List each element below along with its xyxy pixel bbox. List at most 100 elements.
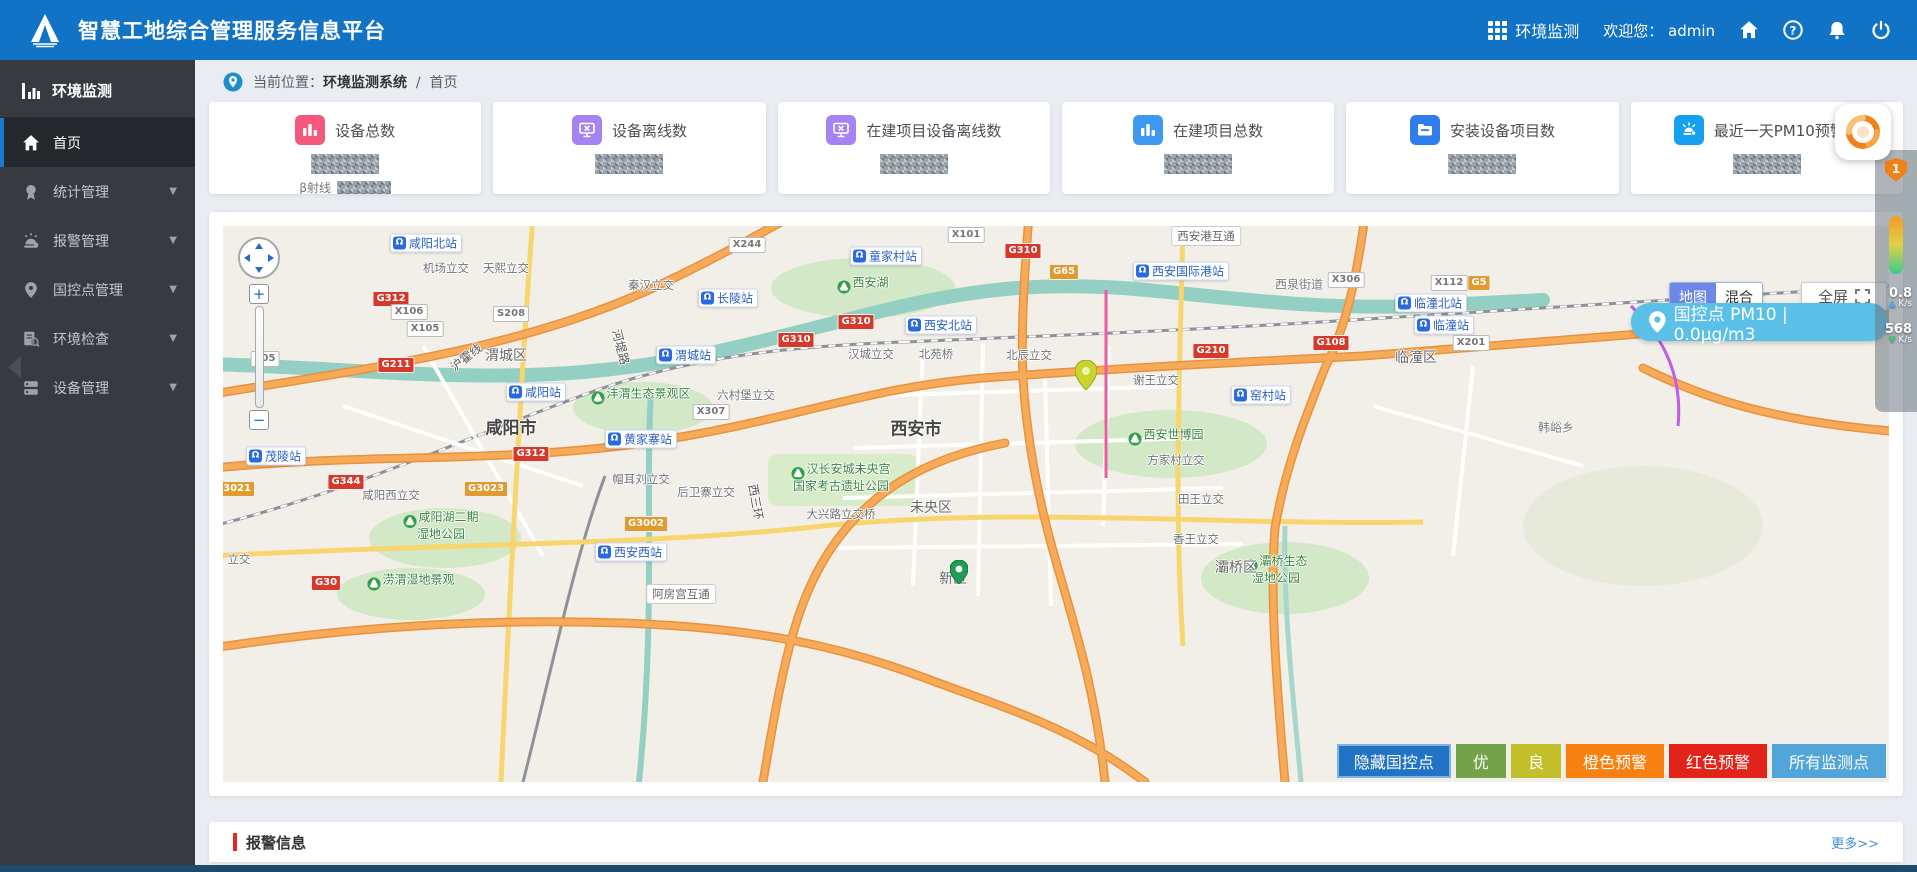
chevron-down-icon: ▼ xyxy=(169,235,177,246)
map-label-district: 灞桥区 xyxy=(1215,560,1257,576)
metro-icon: Ω xyxy=(508,385,522,399)
map-label-station[interactable]: Ω 渭城站 xyxy=(655,345,717,365)
map-label-district: 临潼区 xyxy=(1395,350,1437,366)
map-button-良[interactable]: 良 xyxy=(1510,744,1561,778)
sidebar-item-1[interactable]: 首页 xyxy=(0,118,195,167)
road-badge: G310 xyxy=(1004,243,1042,259)
gradient-meter xyxy=(1889,216,1903,274)
beacon-icon xyxy=(1673,115,1704,145)
bell-icon[interactable] xyxy=(1827,20,1847,40)
sidebar-item-3[interactable]: 报警管理 ▼ xyxy=(0,216,195,265)
map-label-boxed: 阿房宫互通 xyxy=(646,584,716,604)
park-icon: ▲ xyxy=(791,467,805,480)
map-label-city: 西安市 xyxy=(890,419,942,440)
map-label-place: 后卫寨立交 xyxy=(677,485,735,499)
redacted-value xyxy=(595,154,664,174)
stat-card-1: 设备总数 β射线 xyxy=(209,102,482,194)
redacted-value xyxy=(1732,154,1801,174)
map-label-town: 西泉街道 xyxy=(1274,277,1324,292)
location-pin-icon xyxy=(223,72,243,92)
map-button-所有监测点[interactable]: 所有监测点 xyxy=(1771,744,1886,778)
alarm-section: 报警信息 更多>> xyxy=(209,822,1903,862)
road-badge: X244 xyxy=(728,237,766,253)
map-label-station[interactable]: Ω 长陵站 xyxy=(697,288,759,308)
power-icon[interactable] xyxy=(1871,20,1891,40)
map-label-station[interactable]: Ω 窑村站 xyxy=(1230,385,1292,405)
map-zoom-slider[interactable]: + − xyxy=(248,284,270,430)
road-badge: X105 xyxy=(406,321,444,337)
sidebar-collapse-arrow-icon[interactable] xyxy=(8,356,21,378)
map-button-优[interactable]: 优 xyxy=(1455,744,1506,778)
map-label-station[interactable]: Ω 茂陵站 xyxy=(245,446,307,466)
map-label-station[interactable]: Ω 西安国际港站 xyxy=(1132,261,1230,281)
map-label-station[interactable]: Ω 黄家寨站 xyxy=(604,429,678,449)
map-label-station[interactable]: Ω 临潼站 xyxy=(1413,315,1475,335)
stat-card-title: 设备离线数 xyxy=(611,121,687,140)
metro-icon: Ω xyxy=(852,249,866,263)
help-icon[interactable]: ? xyxy=(1783,20,1803,40)
map-label-station[interactable]: Ω 童家村站 xyxy=(849,246,923,266)
monitor-marker-pin[interactable] xyxy=(949,559,969,588)
map-label-place: 北辰立交 xyxy=(1006,348,1052,362)
sidebar-title: 环境监测 xyxy=(0,60,195,118)
road-badge: G344 xyxy=(327,474,365,490)
app-switcher[interactable]: 环境监测 xyxy=(1488,18,1579,42)
sidebar-item-5[interactable]: 环境检查 ▼ xyxy=(0,314,195,363)
main-content: 当前位置：环境监测系统 / 首页 设备总数 β射线 设备离线数 在建项目设备离线数 在建… xyxy=(195,60,1917,872)
road-badge: G30 xyxy=(310,575,342,591)
map-button-橙色预警[interactable]: 橙色预警 xyxy=(1565,744,1664,778)
map-button-红色预警[interactable]: 红色预警 xyxy=(1668,744,1767,778)
sidebar: 环境监测 首页 统计管理 ▼ 报警管理 ▼ 国控点管理 ▼ 环境检查 ▼ 设备管理 ▼ xyxy=(0,60,195,866)
redacted-value xyxy=(1448,154,1517,174)
app-logo-icon xyxy=(31,14,59,48)
map-label-place: 大兴路立交桥 xyxy=(806,507,876,521)
road-badge: G312 xyxy=(512,446,550,462)
road-badge: G3021 xyxy=(223,481,256,497)
map-label-place: 帽耳刘立交 xyxy=(612,472,670,486)
map-label-station[interactable]: Ω 咸阳北站 xyxy=(389,233,463,253)
map-label-district: 未央区 xyxy=(910,500,952,516)
bottom-strip xyxy=(0,865,1917,872)
road-badge: S208 xyxy=(492,306,530,322)
breadcrumb-page[interactable]: 首页 xyxy=(430,75,458,91)
download-speed: 568 ▼ K/s xyxy=(1884,322,1912,345)
chevron-down-icon: ▼ xyxy=(169,284,177,295)
sidebar-item-4[interactable]: 国控点管理 ▼ xyxy=(0,265,195,314)
zoom-track[interactable] xyxy=(254,306,264,408)
map-pan-control[interactable] xyxy=(237,236,281,280)
map[interactable]: Ω 咸阳北站 Ω 童家村站 Ω 西安国际港站 Ω 长陵站 Ω 西安北站 Ω 渭城站 Ω 临潼北站 Ω 临潼站 Ω… xyxy=(223,226,1889,782)
home-icon[interactable] xyxy=(1739,20,1759,40)
sidebar-item-2[interactable]: 统计管理 ▼ xyxy=(0,167,195,216)
map-button-隐藏国控点[interactable]: 隐藏国控点 xyxy=(1336,744,1451,778)
network-speed-widget[interactable]: 1 0.8 ▲ K/s 568 ▼ K/s xyxy=(1875,150,1917,412)
road-badge: G65 xyxy=(1048,264,1080,280)
map-label-station[interactable]: Ω 西安北站 xyxy=(904,315,978,335)
map-label-station[interactable]: Ω 西安西站 xyxy=(594,542,668,562)
road-badge: X106 xyxy=(390,304,428,320)
redacted-value xyxy=(879,154,948,174)
pm10-marker-pin[interactable] xyxy=(1074,359,1098,394)
zoom-out-button[interactable]: − xyxy=(249,410,269,430)
zoom-in-button[interactable]: + xyxy=(249,284,269,304)
sidebar-item-6[interactable]: 设备管理 ▼ xyxy=(0,363,195,412)
more-link[interactable]: 更多>> xyxy=(1831,833,1879,852)
map-label-town: 韩峪乡 xyxy=(1537,420,1575,435)
road-badge: G310 xyxy=(777,332,815,348)
shield-badge: 1 xyxy=(1885,158,1907,182)
home-icon xyxy=(22,134,40,152)
map-label-place: 立交 xyxy=(227,552,251,566)
metro-icon: Ω xyxy=(1397,296,1411,310)
stat-card-title: 在建项目总数 xyxy=(1173,121,1264,140)
security-suite-logo[interactable] xyxy=(1835,104,1891,160)
map-label-station[interactable]: Ω 临潼北站 xyxy=(1394,293,1468,313)
map-label-place: 秦汉立交 xyxy=(628,278,674,292)
map-label-place: 方家村立交 xyxy=(1147,453,1205,467)
stat-card-title: 在建项目设备离线数 xyxy=(866,121,1002,140)
map-label-station[interactable]: Ω 咸阳站 xyxy=(505,382,567,402)
park-icon: ▲ xyxy=(1128,432,1142,446)
map-label-place: 谢王立交 xyxy=(1133,373,1179,387)
monitorx-icon xyxy=(826,115,857,145)
breadcrumb-system[interactable]: 环境监测系统 xyxy=(323,75,407,91)
road-badge: G210 xyxy=(1192,343,1230,359)
chevron-down-icon: ▼ xyxy=(169,382,177,393)
